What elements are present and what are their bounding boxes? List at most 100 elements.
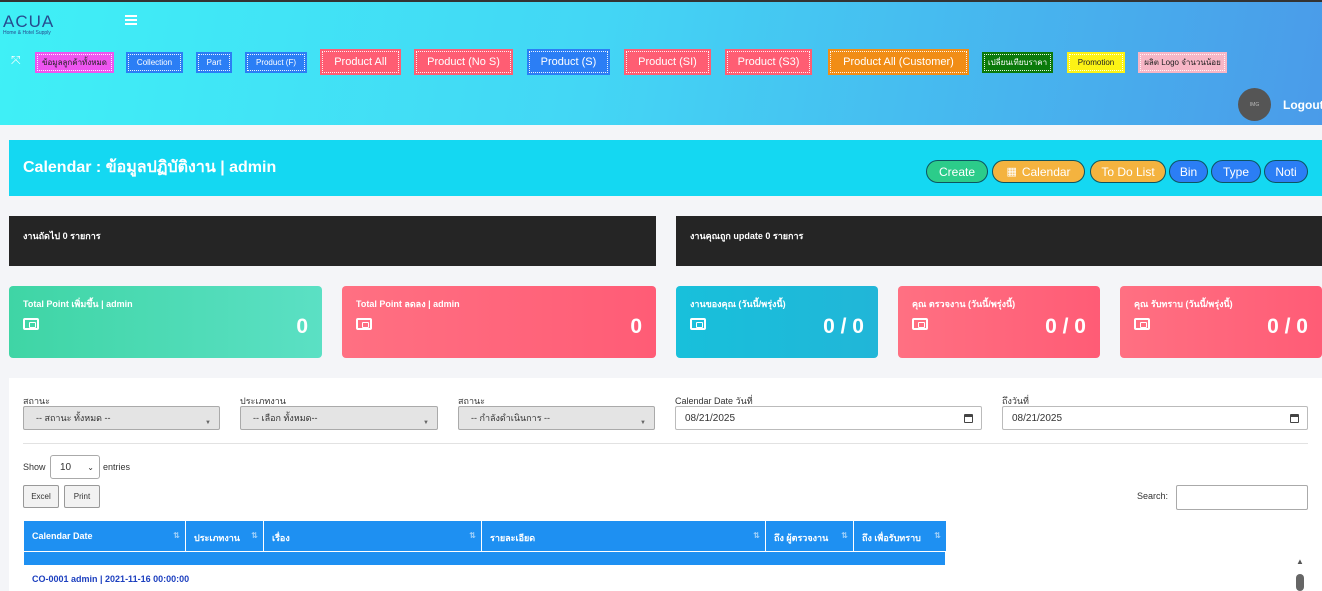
card-label: คุณ รับทราบ (วันนี้/พรุ่งนี้): [1134, 299, 1233, 309]
card-label: คุณ ตรวจงาน (วันนี้/พรุ่งนี้): [912, 299, 1016, 309]
th-label: รายละเอียด: [490, 533, 536, 543]
card-label: งานของคุณ (วันนี้/พรุ่งนี้): [690, 299, 786, 309]
card-label: Total Point เพิ่มขึ้น | admin: [23, 299, 133, 309]
type-select[interactable]: -- เลือก ทั้งหมด-- ▼: [240, 406, 438, 430]
scroll-up-icon[interactable]: ▲: [1296, 557, 1304, 566]
sort-icon: ⇅: [469, 531, 476, 540]
top-header: ACUA Home & Hotel Supply ⤧ ข้อมูลลูกค้าท…: [0, 0, 1322, 125]
stat-card-review: คุณ ตรวจงาน (วันนี้/พรุ่งนี้) 0 / 0: [898, 286, 1100, 358]
table-row-link[interactable]: CO-0001 admin | 2021-11-16 00:00:00: [32, 574, 189, 584]
th-label: ถึง เพื่อรับทราบ: [862, 533, 921, 543]
excel-button[interactable]: Excel: [23, 485, 59, 508]
nav-button-12[interactable]: ผลิต Logo จำนวนน้อย: [1138, 52, 1227, 73]
nav-button-10[interactable]: เปลี่ยนเทียบราคา: [982, 52, 1053, 73]
th-acknowledge[interactable]: ถึง เพื่อรับทราบ ⇅: [854, 521, 947, 551]
logout-link[interactable]: Logout: [1283, 98, 1322, 112]
logo[interactable]: ACUA Home & Hotel Supply: [3, 12, 63, 36]
state-select[interactable]: -- กำลังดำเนินการ -- ▼: [458, 406, 655, 430]
page-title: Calendar : ข้อมูลปฏิบัติงาน | admin: [23, 159, 277, 176]
th-label: เรื่อง: [272, 533, 290, 543]
date-from-value: 08/21/2025: [685, 412, 736, 424]
card-value: 0: [296, 315, 308, 338]
card-value: 0: [630, 315, 642, 338]
th-label: ถึง ผู้ตรวจงาน: [774, 533, 829, 543]
calendar-icon: ▦: [1006, 166, 1017, 178]
nav-button-1[interactable]: Collection: [126, 52, 183, 73]
filter-table-panel: สถานะ -- สถานะ ทั้งหมด -- ▼ ประเภทงาน -- …: [9, 378, 1322, 591]
sort-icon: ⇅: [841, 531, 848, 540]
card-value: 0 / 0: [1045, 315, 1086, 338]
stat-card-points-up: Total Point เพิ่มขึ้น | admin 0: [9, 286, 322, 358]
bin-button[interactable]: Bin: [1169, 160, 1208, 183]
create-button[interactable]: Create: [926, 160, 988, 183]
card-label: Total Point ลดลง | admin: [356, 299, 460, 309]
noti-button[interactable]: Noti: [1264, 160, 1308, 183]
sort-icon: ⇅: [934, 531, 941, 540]
status-select-value: -- สถานะ ทั้งหมด --: [36, 413, 111, 423]
avatar-text: IMG: [1249, 101, 1260, 108]
calendar-picker-icon[interactable]: [1290, 414, 1299, 423]
fullscreen-icon[interactable]: ⤧: [11, 54, 23, 66]
wallet-icon: [690, 318, 706, 330]
entries-select[interactable]: 10 ⌄: [50, 455, 100, 479]
scrollbar-thumb[interactable]: [1296, 574, 1304, 591]
stat-card-my-tasks: งานของคุณ (วันนี้/พรุ่งนี้) 0 / 0: [676, 286, 878, 358]
type-select-value: -- เลือก ทั้งหมด--: [253, 413, 318, 423]
th-label: Calendar Date: [32, 531, 93, 541]
divider: [23, 443, 1308, 444]
wallet-icon: [356, 318, 372, 330]
calendar-button[interactable]: ▦ Calendar: [992, 160, 1085, 183]
stat-card-acknowledge: คุณ รับทราบ (วันนี้/พรุ่งนี้) 0 / 0: [1120, 286, 1322, 358]
entries-select-value: 10: [60, 461, 72, 473]
nav-button-11[interactable]: Promotion: [1067, 52, 1125, 73]
table-filter-row: [24, 551, 945, 565]
hamburger-menu-icon[interactable]: [125, 15, 137, 25]
date-to-value: 08/21/2025: [1012, 412, 1063, 424]
print-button[interactable]: Print: [64, 485, 100, 508]
type-button[interactable]: Type: [1211, 160, 1261, 183]
card-value: 0 / 0: [1267, 315, 1308, 338]
nav-button-4[interactable]: Product All: [320, 49, 401, 75]
status-select[interactable]: -- สถานะ ทั้งหมด -- ▼: [23, 406, 220, 430]
wallet-icon: [23, 318, 39, 330]
th-label: ประเภทงาน: [194, 533, 240, 543]
th-reviewer[interactable]: ถึง ผู้ตรวจงาน ⇅: [766, 521, 854, 551]
th-calendar-date[interactable]: Calendar Date ⇅: [24, 521, 186, 551]
nav-button-8[interactable]: Product (S3): [725, 49, 812, 75]
nav-button-3[interactable]: Product (F): [245, 52, 307, 73]
card-value: 0 / 0: [823, 315, 864, 338]
nav-button-9[interactable]: Product All (Customer): [828, 49, 969, 75]
calendar-button-label: Calendar: [1021, 164, 1071, 179]
search-input[interactable]: [1176, 485, 1308, 510]
nav-button-2[interactable]: Part: [196, 52, 232, 73]
avatar[interactable]: IMG: [1238, 88, 1271, 121]
sort-icon: ⇅: [173, 531, 180, 540]
logo-brand: ACUA: [3, 12, 55, 31]
wallet-icon: [1134, 318, 1150, 330]
nav-button-5[interactable]: Product (No S): [414, 49, 513, 75]
chevron-down-icon: ▼: [205, 420, 211, 426]
th-detail[interactable]: รายละเอียด ⇅: [482, 521, 766, 551]
updated-tasks-bar[interactable]: งานคุณถูก update 0 รายการ: [676, 216, 1322, 266]
chevron-down-icon: ▼: [640, 420, 646, 426]
nav-button-0[interactable]: ข้อมูลลูกค้าทั้งหมด: [35, 52, 114, 73]
nav-button-7[interactable]: Product (SI): [624, 49, 711, 75]
show-label: Show: [23, 462, 46, 472]
th-subject[interactable]: เรื่อง ⇅: [264, 521, 482, 551]
search-label: Search:: [1137, 491, 1169, 501]
nav-button-6[interactable]: Product (S): [527, 49, 610, 75]
date-from-input[interactable]: 08/21/2025: [675, 406, 982, 430]
calendar-picker-icon[interactable]: [964, 414, 973, 423]
todo-list-button[interactable]: To Do List: [1090, 160, 1166, 183]
th-type[interactable]: ประเภทงาน ⇅: [186, 521, 264, 551]
chevron-down-icon: ⌄: [87, 463, 94, 472]
sort-icon: ⇅: [753, 531, 760, 540]
table-header: Calendar Date ⇅ ประเภทงาน ⇅ เรื่อง ⇅ รายละเ…: [24, 521, 947, 551]
next-tasks-bar[interactable]: งานถัดไป 0 รายการ: [9, 216, 656, 266]
sort-icon: ⇅: [251, 531, 258, 540]
wallet-icon: [912, 318, 928, 330]
date-to-input[interactable]: 08/21/2025: [1002, 406, 1308, 430]
state-select-value: -- กำลังดำเนินการ --: [471, 413, 551, 423]
stat-card-points-down: Total Point ลดลง | admin 0: [342, 286, 656, 358]
chevron-down-icon: ▼: [423, 420, 429, 426]
